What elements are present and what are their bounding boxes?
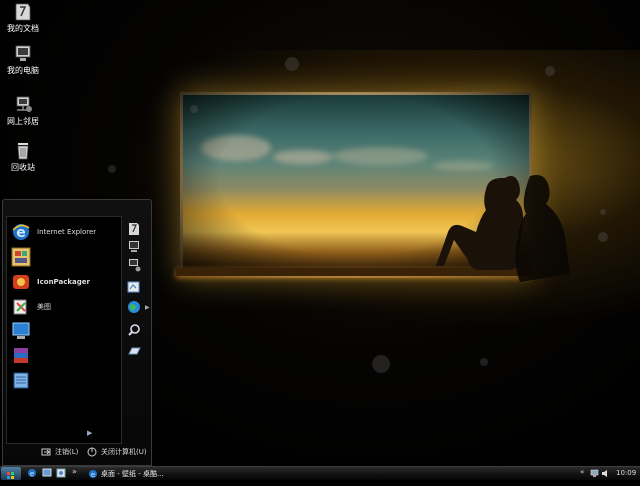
quick-launch-explorer-icon[interactable]: [56, 468, 66, 478]
computer-place-icon[interactable]: [127, 240, 141, 254]
ie-window-icon: e: [89, 469, 97, 479]
internet-submenu-arrow[interactable]: ▶: [145, 304, 150, 311]
program-item-remote-desktop[interactable]: [11, 320, 37, 342]
start-menu-programs-pane: e Internet Explorer IconPackager 美图 ▶: [6, 216, 122, 444]
desktop-icon-label: 我的电脑: [7, 66, 39, 75]
bokeh-dot: [480, 358, 488, 366]
all-programs-arrow[interactable]: ▶: [87, 429, 92, 437]
svg-text:e: e: [16, 225, 26, 241]
recycle-bin-icon: [17, 143, 29, 160]
desktop-icon-label: 网上邻居: [7, 117, 39, 126]
documents-place-icon[interactable]: [127, 222, 141, 236]
notepad-icon: [13, 372, 29, 389]
program-item-label: IconPackager: [37, 278, 90, 286]
logoff-button[interactable]: 注销(L): [41, 447, 78, 457]
power-icon: [87, 447, 97, 457]
system-tray: « 10:09: [576, 467, 640, 480]
taskbar-window-button[interactable]: e 桌面 - 壁纸 - 桌酷...: [88, 468, 238, 479]
desktop-icon-label: 我的文档: [7, 24, 39, 33]
desktop-icon-network-places[interactable]: 网上邻居: [0, 95, 46, 127]
logoff-icon: [41, 448, 51, 456]
desktop-icon-my-computer[interactable]: 我的电脑: [0, 44, 46, 76]
control-panel-icon: [11, 247, 31, 267]
start-menu: e Internet Explorer IconPackager 美图 ▶ ▶ …: [2, 199, 152, 466]
program-item-notepad[interactable]: [11, 369, 37, 391]
program-item-label: 美图: [37, 303, 51, 311]
iconpackager-icon: [13, 275, 29, 289]
shutdown-label: 关闭计算机(U): [101, 448, 147, 456]
program-item-label: Internet Explorer: [37, 228, 97, 236]
bokeh-dot: [108, 165, 116, 173]
my-computer-icon: [15, 45, 31, 61]
tray-expand-button[interactable]: «: [580, 468, 584, 476]
logoff-label: 注销(L): [55, 448, 79, 456]
shutdown-button[interactable]: 关闭计算机(U): [87, 447, 147, 457]
control-panel-place-icon[interactable]: [127, 280, 141, 294]
bokeh-dot: [190, 105, 198, 113]
winrar-icon: [14, 348, 28, 363]
program-item-control-panel[interactable]: [11, 246, 37, 268]
bokeh-dot: [372, 355, 390, 373]
quick-launch-show-desktop-icon[interactable]: [42, 468, 52, 478]
quick-launch-ie-icon[interactable]: e: [27, 468, 37, 478]
taskbar-window-title: 桌面 - 壁纸 - 桌酷...: [101, 469, 164, 478]
program-item-winrar[interactable]: [11, 345, 37, 367]
image-editor-icon: [13, 299, 27, 315]
start-menu-footer: 注销(L) 关闭计算机(U): [3, 443, 151, 465]
start-button[interactable]: [1, 467, 21, 480]
svg-text:e: e: [30, 470, 34, 478]
quick-launch-more-button[interactable]: »: [72, 467, 77, 476]
volume-tray-icon[interactable]: [601, 469, 610, 478]
remote-desktop-icon: [12, 322, 30, 339]
network-tray-icon[interactable]: [590, 469, 599, 478]
bokeh-dot: [545, 66, 555, 76]
network-place-icon[interactable]: [127, 258, 141, 272]
bokeh-dot: [285, 57, 299, 71]
my-documents-icon: [15, 3, 31, 21]
program-item-image-editor[interactable]: 美图: [11, 296, 51, 318]
windows-logo-icon: [7, 472, 14, 479]
desktop-icon-label: 回收站: [11, 163, 35, 172]
search-place-icon[interactable]: [127, 323, 141, 337]
clock[interactable]: 10:09: [616, 469, 636, 477]
internet-explorer-icon: e: [12, 224, 30, 241]
program-item-internet-explorer[interactable]: e Internet Explorer: [11, 221, 96, 243]
internet-place-icon[interactable]: [127, 300, 141, 314]
bokeh-dot: [600, 209, 606, 215]
program-item-iconpackager[interactable]: IconPackager: [11, 271, 90, 293]
taskbar: e » e 桌面 - 壁纸 - 桌酷... « 10:09: [0, 466, 640, 480]
network-places-icon: [16, 96, 32, 112]
desktop-icon-recycle-bin[interactable]: 回收站: [0, 141, 46, 173]
desktop-icon-my-documents[interactable]: 我的文档: [0, 2, 46, 34]
desktop: 我的文档 我的电脑 网上邻居 回收站 e Internet Explorer I…: [0, 0, 640, 466]
bokeh-dot: [598, 232, 608, 242]
svg-text:e: e: [91, 471, 95, 479]
run-place-icon[interactable]: [127, 344, 141, 358]
